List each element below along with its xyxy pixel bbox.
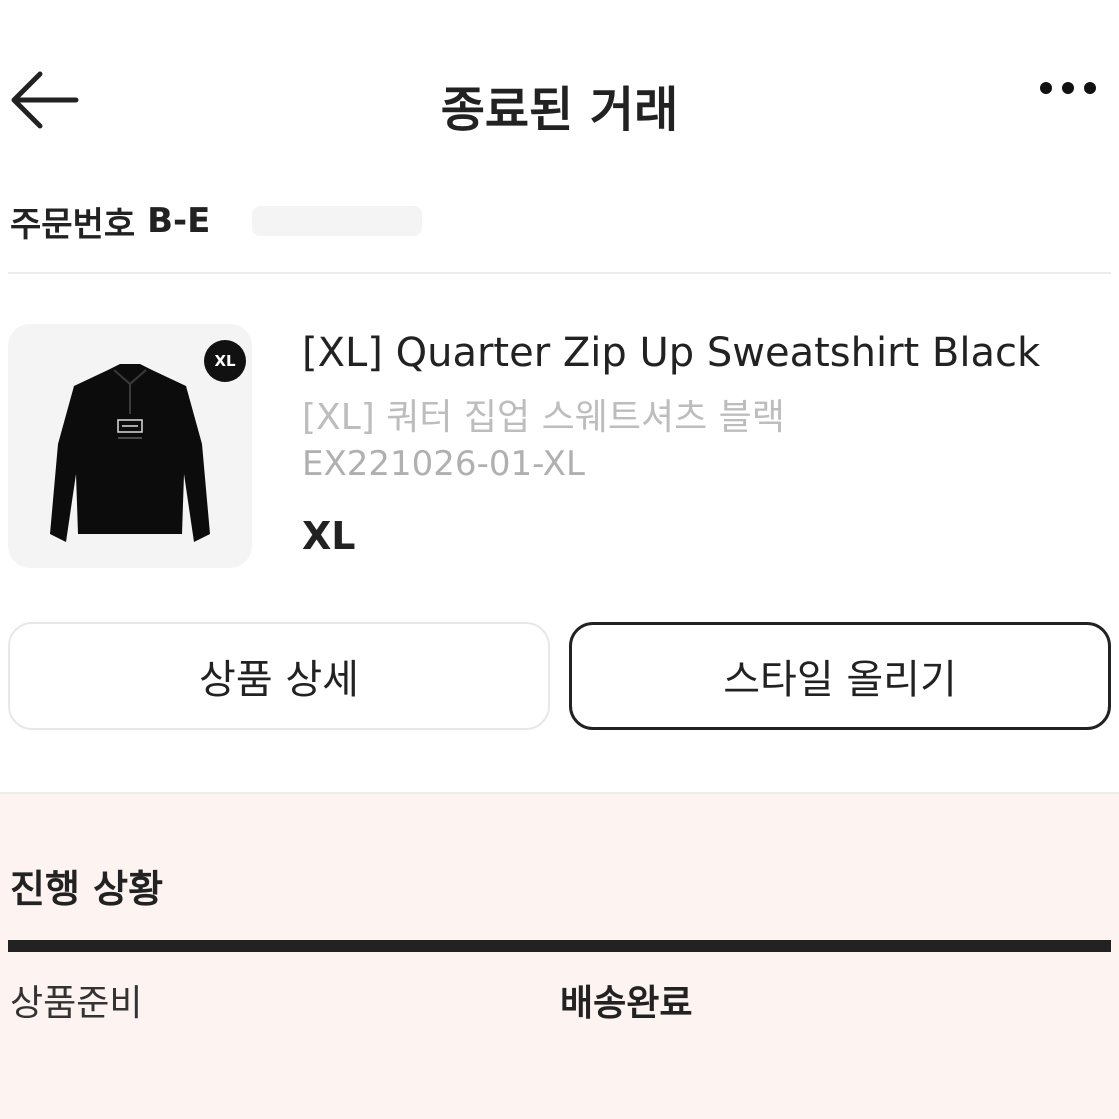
order-number-label: 주문번호 (10, 204, 136, 245)
size-badge: XL (204, 340, 246, 382)
step-preparing: 상품준비 (10, 983, 143, 1024)
product-name-en[interactable]: [XL] Quarter Zip Up Sweatshirt Black (302, 330, 1040, 376)
page-title: 종료된 거래 (440, 82, 679, 138)
divider (8, 272, 1111, 274)
top-bar: 종료된 거래 (0, 40, 1119, 160)
more-button[interactable] (1040, 82, 1108, 94)
product-code: EX221026-01-XL (302, 444, 585, 484)
order-number-row: 주문번호 B-E (10, 196, 423, 246)
order-detail-screen: 종료된 거래 주문번호 B-E XL [XL] Quarter Zip Up S… (0, 0, 1119, 1119)
progress-title: 진행 상황 (10, 867, 164, 911)
order-number-value: B-E (147, 201, 211, 241)
product-name-ko: [XL] 쿼터 집업 스웨트셔츠 블랙 (302, 397, 785, 438)
product-detail-button[interactable]: 상품 상세 (8, 622, 550, 730)
step-delivered: 배송완료 (560, 983, 693, 1024)
progress-bar (8, 940, 1111, 952)
progress-section: 진행 상황 상품준비 배송완료 (0, 794, 1119, 1119)
more-horizontal-icon (1040, 82, 1052, 94)
product-image[interactable]: XL (8, 324, 252, 568)
order-number-redacted (252, 206, 423, 236)
product-size: XL (302, 514, 356, 558)
post-style-button[interactable]: 스타일 올리기 (569, 622, 1111, 730)
